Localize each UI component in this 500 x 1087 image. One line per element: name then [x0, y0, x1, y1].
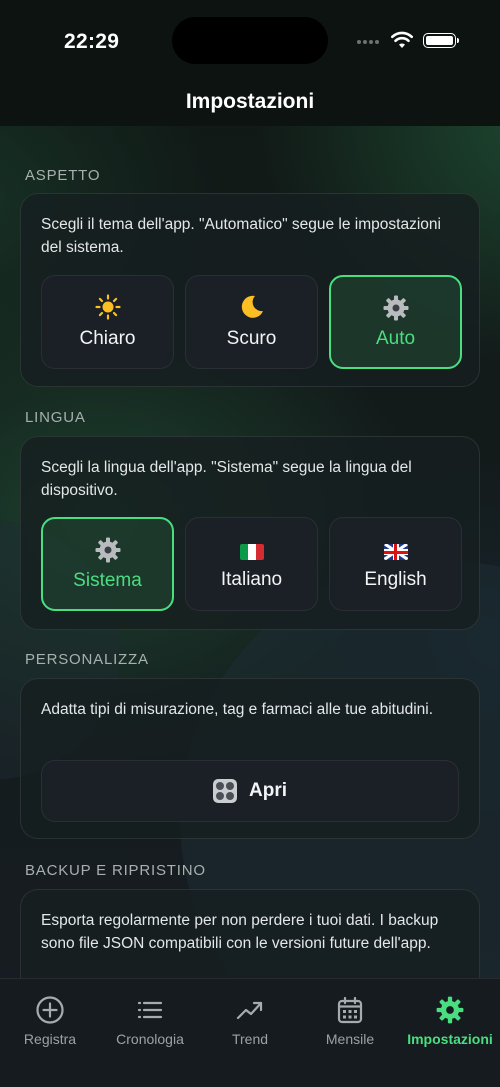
section-title-language: LINGUA	[25, 409, 86, 426]
tab-bar: Registra Cronologia Trend Mensile Impost…	[0, 978, 500, 1087]
language-card: Scegli la lingua dell'app. "Sistema" seg…	[20, 436, 480, 630]
section-title-customize: PERSONALIZZA	[25, 651, 149, 668]
customize-description: Adatta tipi di misurazione, tag e farmac…	[41, 701, 434, 718]
gear-icon	[382, 294, 410, 324]
section-title-backup: BACKUP E RIPRISTINO	[25, 862, 206, 879]
settings-content[interactable]: ASPETTO Scegli il tema dell'app. "Automa…	[0, 126, 500, 978]
theme-option-label: Auto	[375, 328, 416, 349]
status-time: 22:29	[64, 30, 120, 53]
tab-label: Impostazioni	[407, 1031, 493, 1047]
language-options: Sistema Italiano English	[41, 517, 462, 611]
theme-options: Chiaro Scuro Auto	[41, 275, 462, 369]
language-option-english[interactable]: English	[329, 517, 462, 611]
language-option-label: English	[364, 569, 427, 590]
backup-description: Esporta regolarmente per non perdere i t…	[41, 912, 439, 952]
tab-label: Mensile	[325, 1031, 375, 1047]
gear-icon	[436, 996, 464, 1024]
apps-icon	[213, 779, 237, 803]
tab-mensile[interactable]: Mensile	[300, 979, 400, 1087]
language-option-label: Italiano	[220, 569, 283, 590]
nav-bar: Impostazioni	[0, 80, 500, 126]
sun-icon	[94, 294, 121, 324]
battery-icon	[423, 33, 459, 48]
appearance-card: Scegli il tema dell'app. "Automatico" se…	[20, 193, 480, 387]
theme-option-auto[interactable]: Auto	[329, 275, 462, 369]
theme-option-label: Chiaro	[79, 328, 136, 349]
language-description: Scegli la lingua dell'app. "Sistema" seg…	[41, 459, 412, 499]
open-button-label: Apri	[249, 780, 287, 801]
tab-label: Cronologia	[116, 1031, 184, 1047]
moon-icon	[239, 294, 265, 324]
language-option-system[interactable]: Sistema	[41, 517, 174, 611]
plus-circle-icon	[36, 996, 64, 1024]
language-option-italian[interactable]: Italiano	[185, 517, 318, 611]
uk-flag-icon	[383, 544, 408, 560]
tab-cronologia[interactable]: Cronologia	[100, 979, 200, 1087]
tab-label: Trend	[231, 1031, 269, 1047]
open-customize-button[interactable]: Apri	[41, 760, 459, 822]
tab-registra[interactable]: Registra	[0, 979, 100, 1087]
gear-icon	[94, 536, 122, 566]
theme-option-dark[interactable]: Scuro	[185, 275, 318, 369]
theme-option-light[interactable]: Chiaro	[41, 275, 174, 369]
calendar-icon	[337, 996, 363, 1024]
customize-card: Adatta tipi di misurazione, tag e farmac…	[20, 678, 480, 839]
appearance-description: Scegli il tema dell'app. "Automatico" se…	[41, 216, 441, 256]
tab-trend[interactable]: Trend	[200, 979, 300, 1087]
language-option-label: Sistema	[73, 570, 142, 591]
page-title: Impostazioni	[185, 90, 315, 113]
tab-impostazioni[interactable]: Impostazioni	[400, 979, 500, 1087]
cellular-signal-icon	[357, 40, 379, 44]
theme-option-label: Scuro	[226, 328, 277, 349]
italy-flag-icon	[239, 544, 264, 560]
wifi-icon	[391, 31, 413, 48]
section-title-appearance: ASPETTO	[25, 167, 101, 184]
trend-icon	[236, 1001, 263, 1020]
list-icon	[137, 1001, 163, 1019]
tab-label: Registra	[23, 1031, 77, 1047]
backup-card: Esporta regolarmente per non perdere i t…	[20, 889, 480, 978]
status-bar: 22:29	[0, 0, 500, 80]
dynamic-island	[172, 17, 328, 64]
